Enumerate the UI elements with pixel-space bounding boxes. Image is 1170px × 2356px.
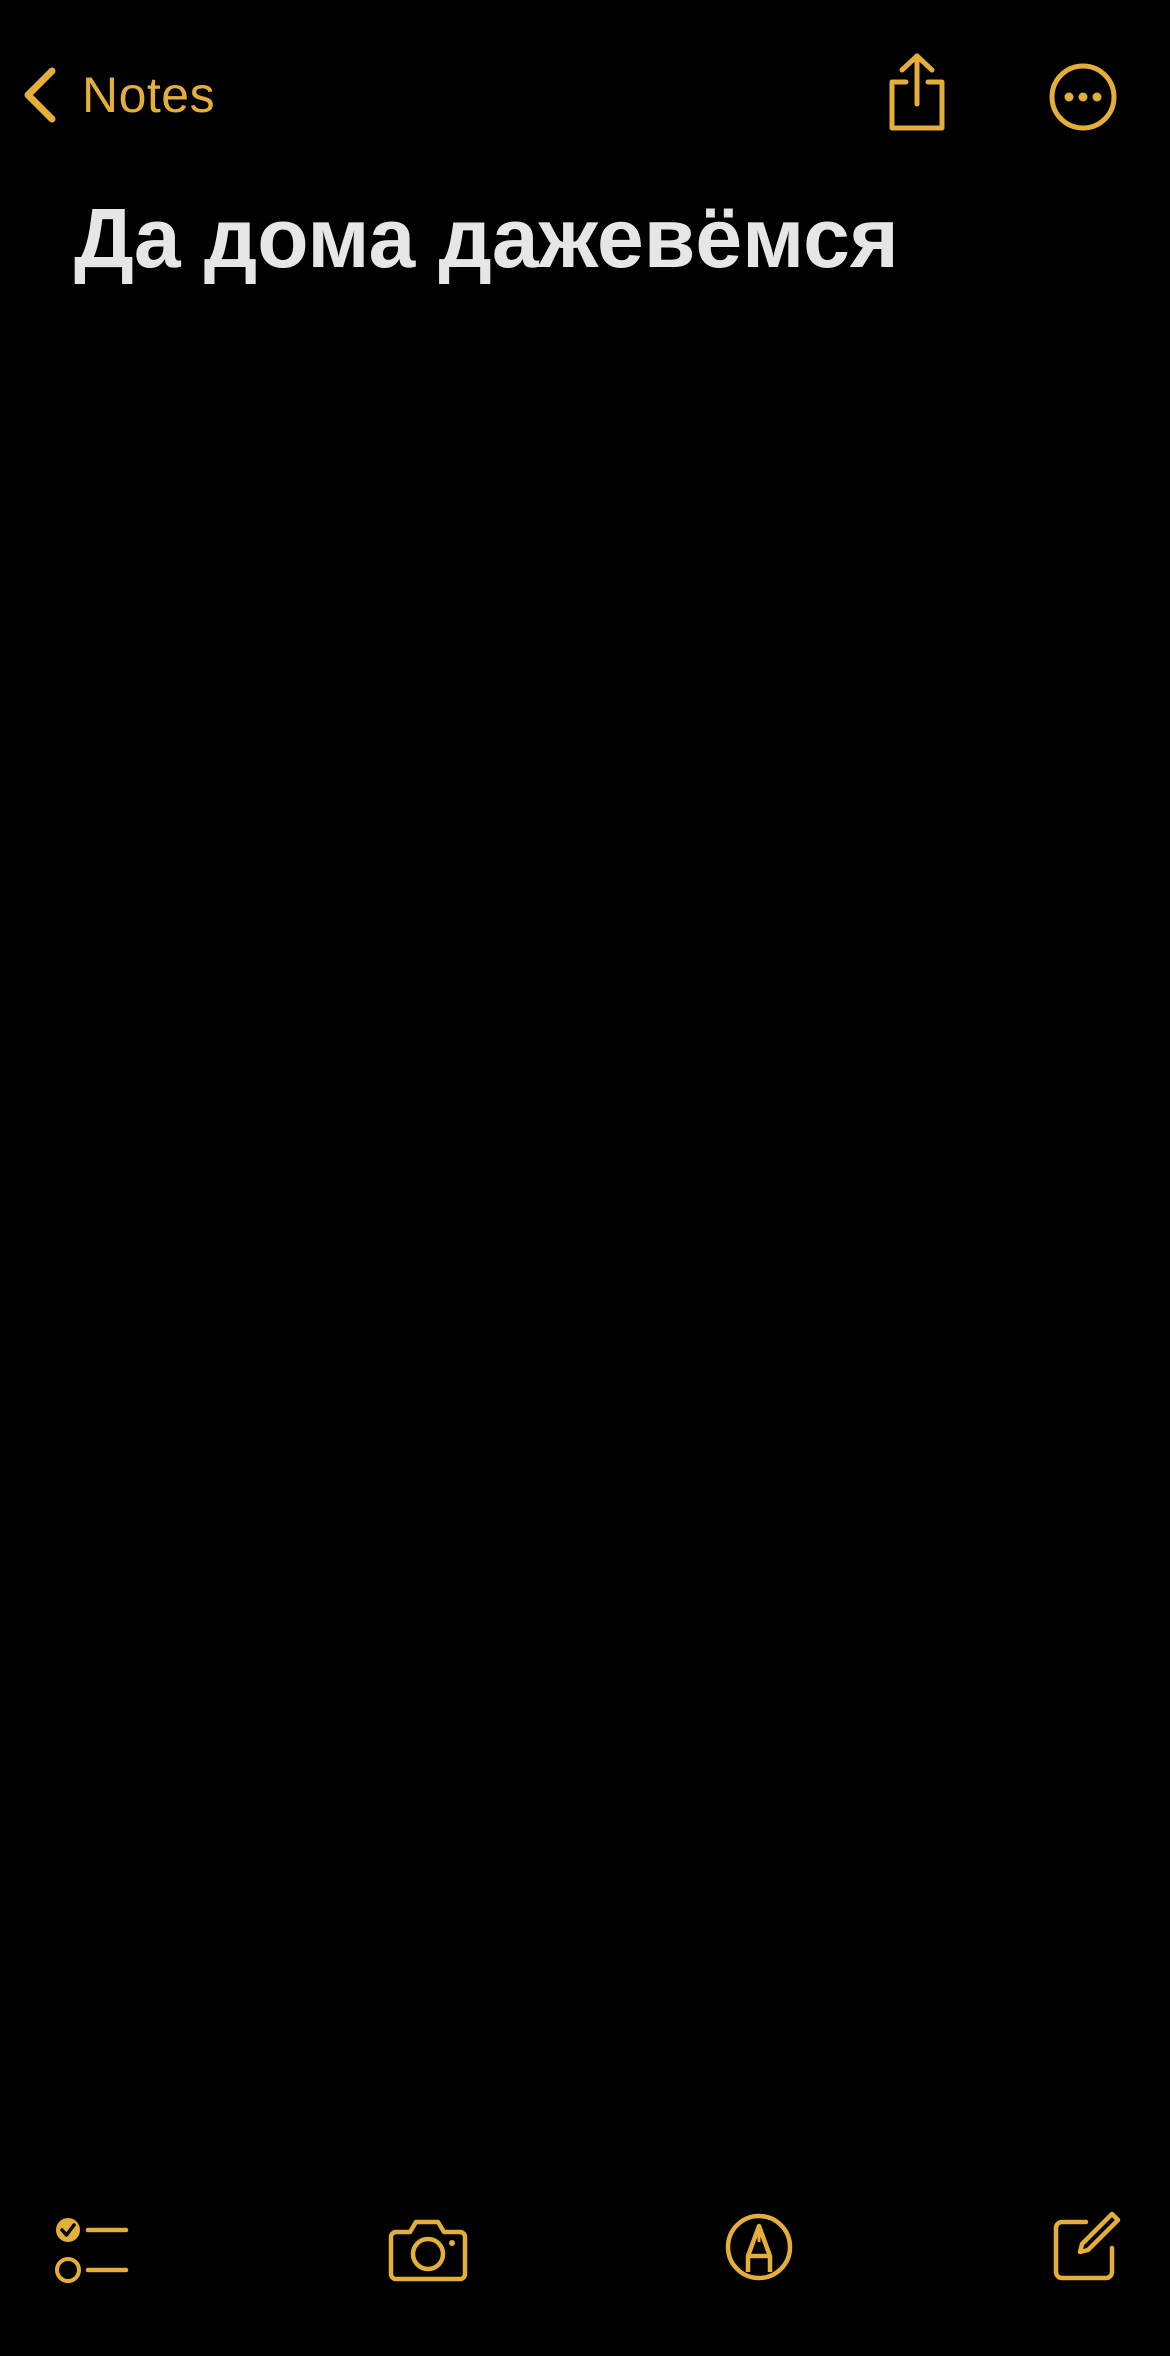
checklist-button[interactable] — [54, 2216, 130, 2286]
markup-pen-icon — [724, 2212, 794, 2282]
back-button-label: Notes — [82, 67, 216, 123]
navigation-bar: Notes — [0, 0, 1170, 190]
compose-button[interactable] — [1050, 2210, 1122, 2282]
camera-button[interactable] — [388, 2216, 468, 2282]
note-body-editor[interactable] — [74, 310, 1104, 2160]
back-button[interactable]: Notes — [22, 58, 215, 132]
share-icon — [884, 52, 950, 134]
camera-icon — [388, 2216, 468, 2282]
checklist-icon — [54, 2216, 130, 2286]
ellipsis-circle-icon — [1048, 62, 1118, 132]
compose-icon — [1050, 2210, 1122, 2282]
more-button[interactable] — [1048, 62, 1118, 132]
bottom-toolbar — [0, 2196, 1170, 2306]
notes-screen: Notes Да дома дажевёмся — [0, 0, 1170, 2356]
share-button[interactable] — [884, 52, 950, 134]
chevron-left-icon — [22, 65, 58, 125]
note-title[interactable]: Да дома дажевёмся — [74, 188, 1114, 288]
markup-button[interactable] — [724, 2212, 794, 2282]
